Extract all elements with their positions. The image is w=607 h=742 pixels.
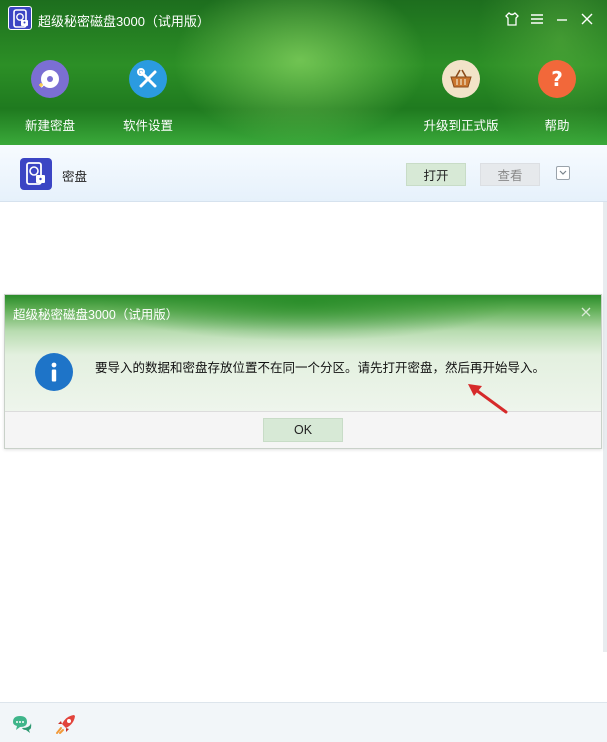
annotation-arrow-icon bbox=[468, 384, 508, 414]
info-icon bbox=[35, 353, 73, 391]
title-bar: 超级秘密磁盘3000（试用版） bbox=[0, 0, 607, 38]
bottom-bar bbox=[0, 702, 607, 742]
new-disk-label: 新建密盘 bbox=[24, 119, 75, 133]
wrench-screwdriver-icon bbox=[129, 60, 167, 98]
question-icon: ? bbox=[538, 60, 576, 98]
scrollbar-track[interactable] bbox=[603, 202, 607, 652]
view-disk-button[interactable]: 查看 bbox=[480, 163, 540, 186]
open-disk-button[interactable]: 打开 bbox=[406, 163, 466, 186]
minimize-icon[interactable] bbox=[553, 10, 571, 28]
app-title: 超级秘密磁盘3000（试用版） bbox=[38, 14, 210, 29]
svg-text:?: ? bbox=[551, 67, 563, 91]
row-menu-icon[interactable] bbox=[556, 166, 570, 180]
disk-icon bbox=[20, 158, 52, 190]
header: 超级秘密磁盘3000（试用版） 新建密盘 软件设置 升级到正式版 ? 帮助 bbox=[0, 0, 607, 145]
chat-icon[interactable] bbox=[10, 712, 34, 736]
rocket-icon[interactable] bbox=[54, 712, 78, 736]
upgrade-button[interactable]: 升级到正式版 bbox=[422, 60, 500, 134]
help-button[interactable]: ? 帮助 bbox=[530, 60, 584, 134]
help-label: 帮助 bbox=[544, 119, 570, 133]
disk-plus-icon bbox=[31, 60, 69, 98]
message-dialog: 超级秘密磁盘3000（试用版） 要导入的数据和密盘存放位置不在同一个分区。请先打… bbox=[4, 294, 602, 449]
disk-name: 密盘 bbox=[62, 170, 88, 184]
ok-button[interactable]: OK bbox=[263, 418, 343, 442]
close-icon[interactable] bbox=[578, 10, 596, 28]
upgrade-label: 升级到正式版 bbox=[423, 119, 499, 133]
skin-icon[interactable] bbox=[503, 10, 521, 28]
app-logo-icon bbox=[8, 6, 32, 30]
menu-icon[interactable] bbox=[528, 10, 546, 28]
dialog-message: 要导入的数据和密盘存放位置不在同一个分区。请先打开密盘，然后再开始导入。 bbox=[95, 361, 546, 375]
dialog-title: 超级秘密磁盘3000（试用版） bbox=[13, 308, 179, 322]
settings-label: 软件设置 bbox=[122, 119, 173, 133]
settings-button[interactable]: 软件设置 bbox=[120, 60, 176, 134]
basket-icon bbox=[442, 60, 480, 98]
dialog-close-icon[interactable] bbox=[579, 305, 593, 319]
new-disk-button[interactable]: 新建密盘 bbox=[22, 60, 78, 134]
